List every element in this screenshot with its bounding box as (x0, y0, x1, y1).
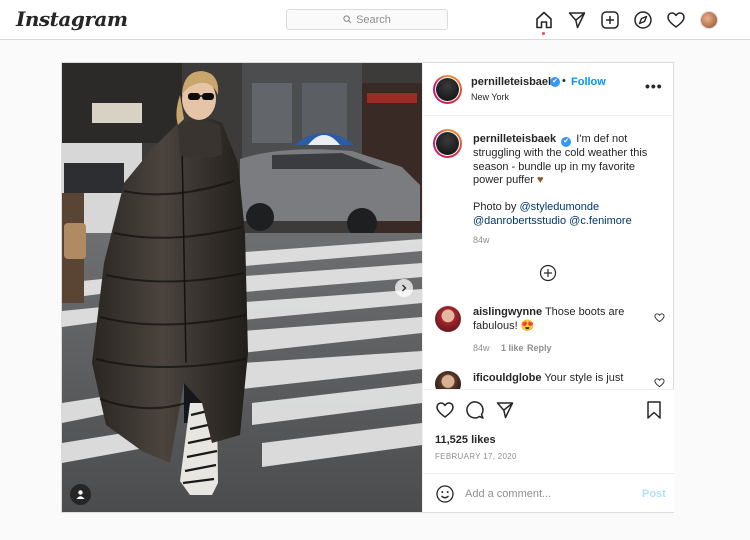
like-heart-icon[interactable] (435, 400, 455, 420)
load-more-comments-icon[interactable] (539, 264, 557, 282)
caption-username[interactable]: pernilleteisbaek (473, 133, 556, 145)
profile-avatar[interactable] (700, 11, 718, 29)
search-placeholder: Search (356, 13, 391, 26)
brown-heart-icon: ♥ (537, 174, 544, 186)
like-count[interactable]: 11,525 likes (435, 434, 496, 446)
explore-icon[interactable] (633, 10, 653, 30)
more-options-icon[interactable]: ••• (645, 78, 663, 94)
commenter-avatar[interactable] (435, 306, 461, 332)
caption-story-ring[interactable] (433, 129, 462, 158)
new-post-icon[interactable] (600, 10, 620, 30)
activity-heart-icon[interactable] (666, 10, 686, 30)
search-icon (343, 15, 352, 24)
post-location[interactable]: New York (471, 92, 509, 102)
carousel-next-button[interactable] (395, 279, 413, 297)
verified-badge-icon: ✔ (550, 77, 560, 87)
add-comment-bar: Add a comment... Post (423, 473, 675, 513)
post-card: pernilleteisbaek ✔ • Follow New York •••… (61, 62, 675, 513)
top-nav: Instagram Search (0, 0, 750, 40)
like-comment-heart-icon[interactable] (654, 377, 665, 388)
header-separator: • (562, 75, 566, 87)
author-avatar (436, 78, 459, 101)
caption-timestamp[interactable]: 84w (473, 235, 490, 245)
comment-timestamp[interactable]: 84w (473, 343, 490, 353)
search-input[interactable]: Search (286, 9, 448, 30)
photo-credit-label: Photo by (473, 201, 517, 213)
post-date[interactable]: FEBRUARY 17, 2020 (435, 452, 517, 461)
post-side-panel: pernilleteisbaek ✔ • Follow New York •••… (422, 63, 675, 512)
comment-bubble-icon[interactable] (465, 400, 485, 420)
reply-button[interactable]: Reply (527, 343, 552, 353)
follow-button[interactable]: Follow (571, 76, 606, 88)
post-caption: pernilleteisbaek ✔ I'm def not strugglin… (473, 133, 668, 228)
caption-author-avatar (436, 132, 459, 155)
post-actions: 11,525 likes FEBRUARY 17, 2020 Add a com… (423, 389, 675, 512)
add-comment-input[interactable]: Add a comment... (465, 488, 551, 500)
comment: aislingwynne Those boots are fabulous! 😍 (473, 306, 653, 333)
mention-link[interactable]: @danrobertsstudio (473, 215, 566, 227)
like-comment-heart-icon[interactable] (654, 312, 665, 323)
direct-icon[interactable] (567, 10, 587, 30)
comment-username[interactable]: ificouldglobe (473, 372, 541, 384)
post-comment-button[interactable]: Post (642, 488, 666, 500)
street-style-photo (62, 63, 422, 512)
post-photo[interactable] (62, 63, 422, 512)
user-tag-icon (76, 490, 85, 499)
instagram-logo[interactable]: Instagram (16, 7, 128, 31)
tagged-users-button[interactable] (70, 484, 91, 505)
chevron-right-icon (402, 284, 407, 292)
mention-link[interactable]: @c.fenimore (569, 215, 632, 227)
home-icon[interactable] (534, 10, 554, 30)
emoji-smile-icon[interactable] (435, 484, 455, 504)
story-ring[interactable] (433, 75, 462, 104)
comment-likes[interactable]: 1 like (501, 343, 524, 353)
comment-text: Your style is just (544, 372, 624, 384)
comment: ificouldglobe Your style is just (473, 372, 653, 386)
notification-dot (542, 32, 545, 35)
caption-verified-icon: ✔ (561, 137, 572, 147)
bookmark-icon[interactable] (644, 400, 664, 420)
author-username[interactable]: pernilleteisbaek (471, 76, 554, 88)
comment-username[interactable]: aislingwynne (473, 306, 542, 318)
post-header: pernilleteisbaek ✔ • Follow New York ••• (423, 63, 675, 116)
mention-link[interactable]: @styledumonde (519, 201, 599, 213)
share-icon[interactable] (495, 400, 515, 420)
